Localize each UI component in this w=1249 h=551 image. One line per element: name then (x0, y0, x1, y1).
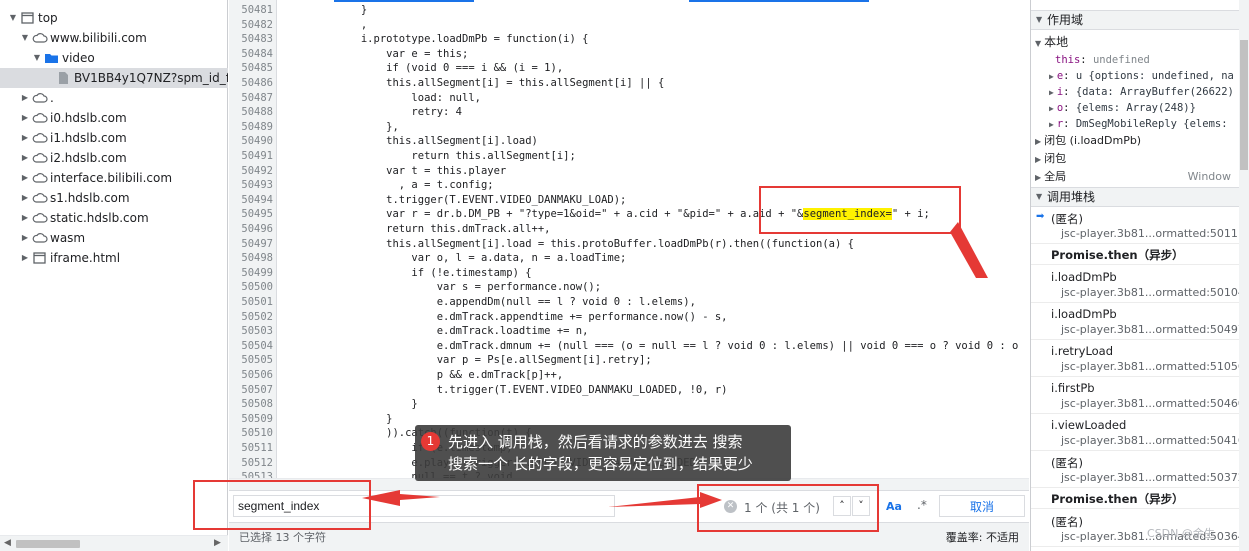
watermark: CSDN @余生 (1147, 527, 1215, 540)
tooltip-line-2: 搜索一个 长的字段，更容易定位到，结果更少 (448, 455, 753, 473)
annotation-arrow-up (950, 222, 988, 278)
annotation-arrow-right (608, 492, 722, 508)
annotation-tooltip: 1 先进入 调用栈，然后看请求的参数进去 搜索 搜索一个 长的字段，更容易定位到… (415, 425, 791, 481)
step-badge: 1 (421, 432, 440, 451)
tooltip-line-1: 先进入 调用栈，然后看请求的参数进去 搜索 (448, 433, 743, 451)
annotation-arrow-left (362, 490, 440, 506)
